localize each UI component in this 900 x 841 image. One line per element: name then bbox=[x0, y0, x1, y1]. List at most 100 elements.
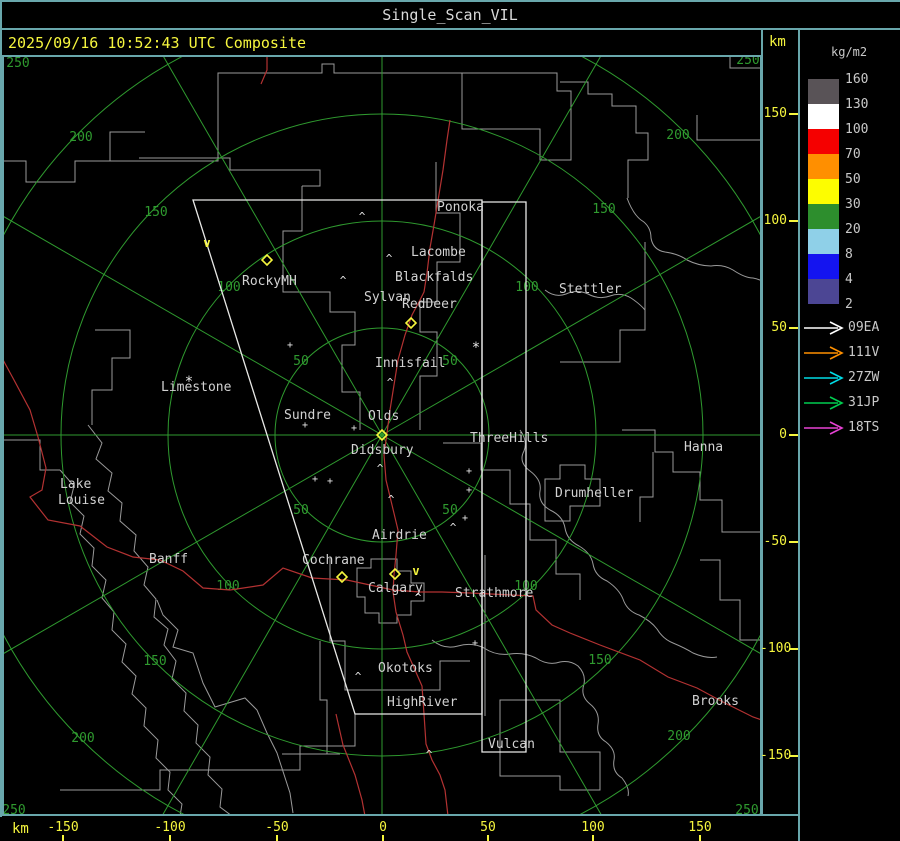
bottom-axis-tick bbox=[62, 835, 64, 841]
caret-marker-icon: ^ bbox=[426, 748, 433, 761]
right-axis-tick bbox=[789, 434, 798, 436]
city-label: Airdrie bbox=[372, 528, 427, 543]
bottom-axis-tick bbox=[699, 835, 701, 841]
bottom-axis-unit-label: km bbox=[12, 821, 29, 837]
right-axis-unit-label: km bbox=[769, 34, 786, 50]
right-axis-tick-label: 100 bbox=[763, 213, 787, 228]
city-label: Strathmore bbox=[455, 586, 533, 601]
colorbar-swatch bbox=[808, 229, 839, 254]
county-boundary bbox=[560, 242, 646, 363]
county-boundary bbox=[60, 714, 356, 791]
range-ring-label: 200 bbox=[667, 729, 690, 744]
city-label: Blackfalds bbox=[395, 270, 473, 285]
right-axis-tick-label: -50 bbox=[763, 534, 787, 549]
caret-marker-icon: ^ bbox=[450, 521, 457, 534]
bottom-axis-tick-label: -50 bbox=[265, 820, 289, 835]
radar-site-id: 111V bbox=[848, 345, 880, 360]
plus-marker-icon: + bbox=[287, 340, 293, 351]
vee-marker-icon: v bbox=[412, 564, 419, 578]
caret-marker-icon: ^ bbox=[340, 274, 347, 287]
city-label: Hanna bbox=[684, 440, 723, 455]
colorbar-swatch bbox=[808, 254, 839, 279]
colorbar-tick-label: 30 bbox=[845, 197, 861, 212]
range-ring-label: 100 bbox=[515, 280, 538, 295]
county-boundary bbox=[217, 63, 572, 112]
colorbar-tick-label: 20 bbox=[845, 222, 861, 237]
plus-marker-icon: + bbox=[302, 420, 308, 431]
city-label: RockyMH bbox=[242, 274, 297, 289]
county-boundary bbox=[139, 157, 321, 187]
range-ring-label: 100 bbox=[216, 579, 239, 594]
colorbar-swatch bbox=[808, 104, 839, 129]
county-boundary bbox=[91, 329, 131, 425]
city-label: ThreeHills bbox=[470, 431, 548, 446]
county-boundary bbox=[700, 559, 760, 641]
bottom-axis-tick bbox=[169, 835, 171, 841]
range-ring-label: 200 bbox=[666, 128, 689, 143]
city-label: Stettler bbox=[559, 282, 622, 297]
caret-marker-icon: ^ bbox=[386, 252, 393, 265]
county-boundary bbox=[87, 424, 231, 814]
range-ring-label: 150 bbox=[592, 202, 615, 217]
radar-map-canvas[interactable]: 50 5050 50100 100100 100150 150150 150200 20020… bbox=[4, 57, 760, 814]
city-label: Didsbury bbox=[351, 443, 414, 458]
legend-separator bbox=[798, 28, 800, 841]
titlebar-separator bbox=[0, 28, 900, 30]
county-boundary bbox=[282, 186, 361, 430]
range-ring-label: 250 bbox=[735, 803, 758, 814]
right-axis-tick-label: -150 bbox=[760, 748, 792, 763]
azimuth-radial bbox=[163, 57, 383, 436]
plus-marker-icon: + bbox=[351, 423, 357, 434]
county-boundary bbox=[696, 115, 760, 141]
range-ring-label: 200 bbox=[69, 130, 92, 145]
azimuth-radial bbox=[162, 434, 383, 814]
window-title: Single_Scan_VIL bbox=[382, 6, 518, 24]
bottom-axis-tick-label: -100 bbox=[154, 820, 186, 835]
bottom-axis-tick-label: 0 bbox=[379, 820, 387, 835]
bottom-axis-tick bbox=[592, 835, 594, 841]
colorbar-swatch bbox=[808, 179, 839, 204]
city-label: Drumheller bbox=[555, 486, 633, 501]
range-ring-label: 50 bbox=[293, 503, 309, 518]
range-ring-label: 50 bbox=[442, 503, 458, 518]
colorbar-swatch bbox=[808, 154, 839, 179]
range-ring-label: 250 bbox=[4, 803, 26, 814]
right-axis-tick bbox=[789, 113, 798, 115]
star-marker-icon: * bbox=[185, 374, 193, 390]
bottom-axis-tick bbox=[276, 835, 278, 841]
right-axis-tick bbox=[789, 648, 798, 650]
bottom-axis-tick-label: -150 bbox=[47, 820, 79, 835]
county-boundary bbox=[4, 439, 60, 471]
colorbar-swatch bbox=[808, 129, 839, 154]
city-label: Brooks bbox=[692, 694, 739, 709]
star-marker-icon: * bbox=[472, 340, 480, 356]
right-axis-tick bbox=[789, 755, 798, 757]
colorbar-tick-label: 160 bbox=[845, 72, 869, 87]
city-label: Limestone bbox=[161, 380, 232, 395]
colorbar-swatch bbox=[808, 279, 839, 304]
colorbar-swatch bbox=[808, 79, 839, 104]
colorbar-tick-label: 8 bbox=[845, 247, 853, 262]
range-ring-label: 150 bbox=[588, 653, 611, 668]
city-label: Lake bbox=[60, 477, 91, 492]
plus-marker-icon: + bbox=[462, 513, 468, 524]
range-ring-label: 50 bbox=[293, 354, 309, 369]
county-boundary bbox=[109, 131, 145, 161]
highway-line bbox=[335, 713, 366, 814]
county-boundary bbox=[4, 88, 219, 183]
caret-marker-icon: ^ bbox=[359, 210, 366, 223]
county-boundary bbox=[626, 197, 760, 281]
colorbar-tick-label: 2 bbox=[845, 297, 853, 312]
bottom-axis-tick bbox=[487, 835, 489, 841]
right-axis-tick bbox=[789, 541, 798, 543]
colorbar-tick-label: 70 bbox=[845, 147, 861, 162]
city-label: Cochrane bbox=[302, 553, 365, 568]
radar-site-id: 31JP bbox=[848, 395, 880, 410]
caret-marker-icon: ^ bbox=[415, 591, 422, 604]
caret-marker-icon: ^ bbox=[388, 493, 395, 506]
right-axis-tick-label: 50 bbox=[771, 320, 787, 335]
colorbar-tick-label: 130 bbox=[845, 97, 869, 112]
caret-marker-icon: ^ bbox=[355, 670, 362, 683]
city-label: Innisfail bbox=[375, 356, 445, 371]
caret-marker-icon: ^ bbox=[377, 462, 384, 475]
